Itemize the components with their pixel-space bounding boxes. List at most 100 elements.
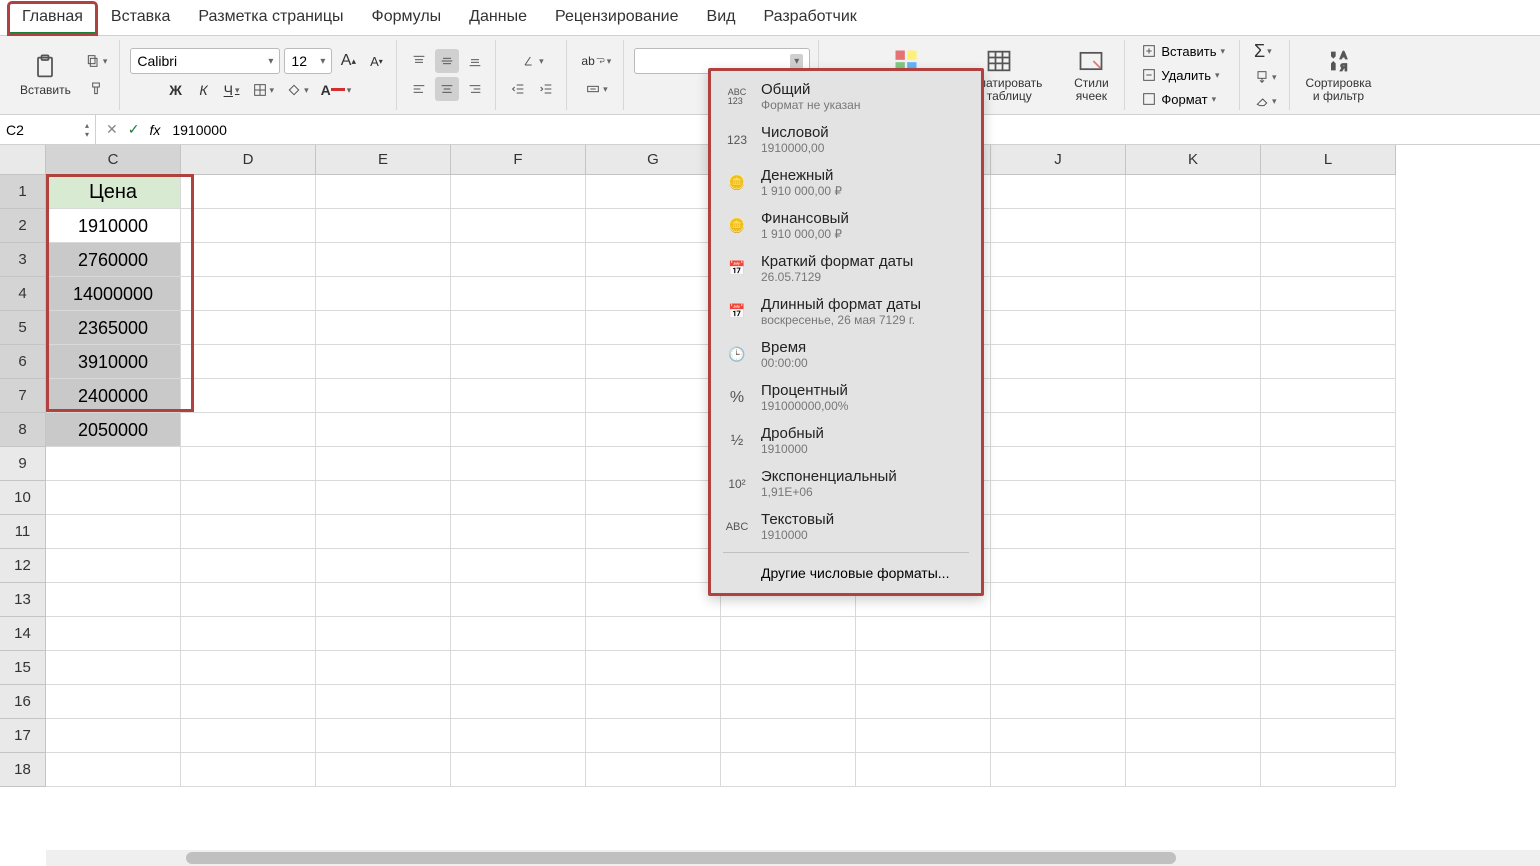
cell[interactable] — [1261, 379, 1396, 413]
cell[interactable] — [316, 277, 451, 311]
cell[interactable] — [586, 583, 721, 617]
fill-button[interactable]: ▾ — [1250, 67, 1281, 87]
cell[interactable] — [451, 345, 586, 379]
horizontal-scrollbar[interactable] — [46, 850, 1540, 866]
cell[interactable] — [451, 447, 586, 481]
cell[interactable] — [46, 617, 181, 651]
cell[interactable]: 14000000 — [46, 277, 181, 311]
row-header[interactable]: 2 — [0, 209, 46, 243]
cell[interactable] — [316, 413, 451, 447]
cell[interactable] — [316, 583, 451, 617]
format-painter-button[interactable] — [84, 77, 108, 101]
cell[interactable] — [1126, 617, 1261, 651]
cell[interactable] — [316, 447, 451, 481]
row-header[interactable]: 4 — [0, 277, 46, 311]
cell[interactable] — [586, 379, 721, 413]
bold-button[interactable]: Ж — [164, 78, 188, 102]
cell[interactable] — [181, 685, 316, 719]
number-format-option[interactable]: ½Дробный1910000 — [711, 419, 981, 462]
cell[interactable] — [316, 481, 451, 515]
row-header[interactable]: 3 — [0, 243, 46, 277]
tab-developer[interactable]: Разработчик — [749, 2, 870, 35]
insert-cells-button[interactable]: Вставить▾ — [1135, 41, 1231, 61]
cell[interactable] — [46, 515, 181, 549]
cell[interactable] — [46, 685, 181, 719]
cell[interactable] — [181, 447, 316, 481]
row-header[interactable]: 17 — [0, 719, 46, 753]
cell[interactable] — [451, 515, 586, 549]
cell[interactable]: 2760000 — [46, 243, 181, 277]
merge-button[interactable]: ▾ — [581, 77, 612, 101]
cell[interactable] — [1261, 447, 1396, 481]
cell[interactable] — [451, 379, 586, 413]
borders-button[interactable]: ▾ — [248, 78, 279, 102]
cell[interactable] — [991, 685, 1126, 719]
cell[interactable] — [721, 651, 856, 685]
increase-indent-button[interactable] — [534, 77, 558, 101]
row-header[interactable]: 14 — [0, 617, 46, 651]
column-header[interactable]: D — [181, 145, 316, 175]
number-format-option[interactable]: 123Числовой1910000,00 — [711, 118, 981, 161]
cell[interactable] — [1261, 413, 1396, 447]
cell[interactable] — [586, 413, 721, 447]
cell[interactable]: 1910000 — [46, 209, 181, 243]
number-format-option[interactable]: 🕒Время00:00:00 — [711, 333, 981, 376]
cell[interactable] — [316, 311, 451, 345]
column-header[interactable]: E — [316, 145, 451, 175]
cell[interactable] — [991, 753, 1126, 787]
name-box-input[interactable] — [6, 122, 66, 138]
tab-insert[interactable]: Вставка — [97, 2, 184, 35]
autosum-button[interactable]: Σ▾ — [1250, 39, 1276, 63]
font-color-button[interactable]: A▾ — [317, 78, 356, 102]
cell[interactable] — [586, 277, 721, 311]
cell[interactable] — [1261, 311, 1396, 345]
column-header[interactable]: F — [451, 145, 586, 175]
column-header[interactable]: K — [1126, 145, 1261, 175]
cell[interactable] — [991, 651, 1126, 685]
cell[interactable] — [451, 175, 586, 209]
underline-button[interactable]: Ч▾ — [220, 78, 244, 102]
cell[interactable] — [181, 753, 316, 787]
cell[interactable] — [451, 413, 586, 447]
cell[interactable] — [316, 685, 451, 719]
cell[interactable] — [181, 345, 316, 379]
cell[interactable] — [1126, 549, 1261, 583]
cell[interactable] — [181, 311, 316, 345]
cell[interactable] — [46, 719, 181, 753]
cell[interactable] — [181, 481, 316, 515]
number-format-option[interactable]: ABC123ОбщийФормат не указан — [711, 75, 981, 118]
number-format-option[interactable]: 📅Краткий формат даты26.05.7129 — [711, 247, 981, 290]
cell[interactable] — [451, 243, 586, 277]
number-format-option[interactable]: %Процентный191000000,00% — [711, 376, 981, 419]
cell[interactable] — [451, 209, 586, 243]
cell[interactable] — [586, 481, 721, 515]
cell[interactable] — [181, 277, 316, 311]
row-header[interactable]: 9 — [0, 447, 46, 481]
cell[interactable] — [586, 719, 721, 753]
cell[interactable] — [1126, 583, 1261, 617]
scrollbar-thumb[interactable] — [186, 852, 1176, 864]
cell[interactable] — [181, 651, 316, 685]
cell[interactable] — [1126, 651, 1261, 685]
cell[interactable] — [181, 617, 316, 651]
cell[interactable] — [991, 447, 1126, 481]
cell[interactable] — [1261, 243, 1396, 277]
cell[interactable] — [181, 549, 316, 583]
cell[interactable] — [1261, 651, 1396, 685]
cell[interactable] — [451, 651, 586, 685]
cell[interactable] — [451, 277, 586, 311]
cell[interactable] — [451, 617, 586, 651]
cell[interactable] — [991, 209, 1126, 243]
cell[interactable] — [181, 515, 316, 549]
column-header[interactable]: J — [991, 145, 1126, 175]
cell[interactable] — [1126, 277, 1261, 311]
cell[interactable] — [1126, 311, 1261, 345]
orientation-button[interactable]: ▾ — [517, 49, 548, 73]
cell[interactable] — [856, 617, 991, 651]
cell[interactable] — [1261, 719, 1396, 753]
cell[interactable] — [721, 685, 856, 719]
more-number-formats-button[interactable]: Другие числовые форматы... — [711, 557, 981, 589]
cell[interactable] — [451, 753, 586, 787]
cell[interactable] — [316, 719, 451, 753]
cell[interactable] — [991, 345, 1126, 379]
